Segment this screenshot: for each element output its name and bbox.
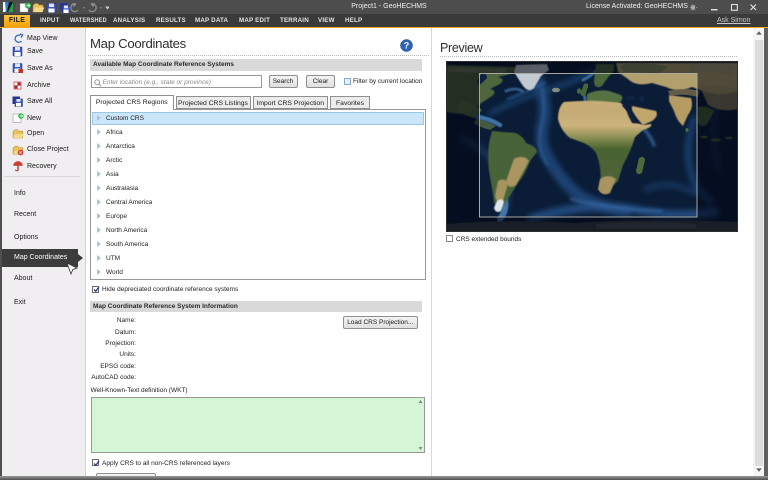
svg-text:?: ?: [404, 41, 410, 51]
